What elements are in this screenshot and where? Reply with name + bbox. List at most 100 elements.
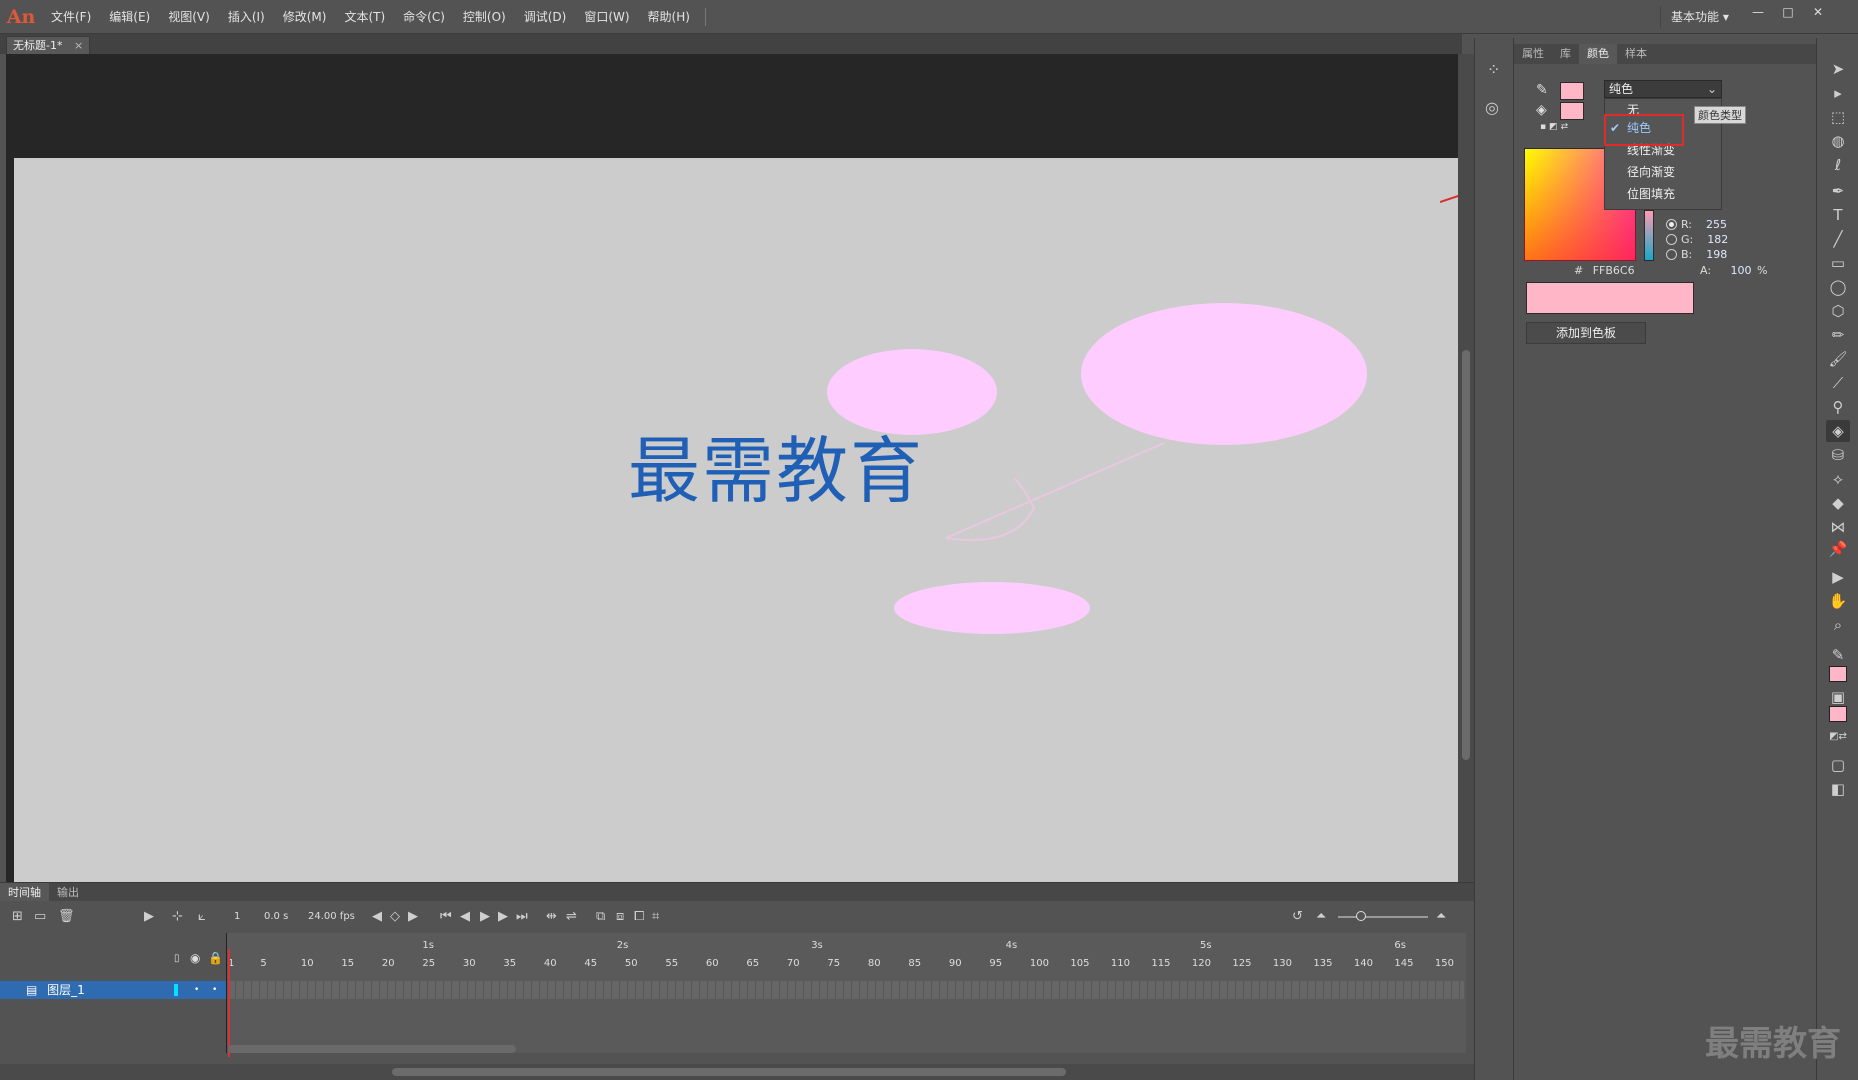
lock-icon[interactable]: 🔒 bbox=[208, 951, 223, 965]
blue-value[interactable]: 198 bbox=[1706, 248, 1727, 261]
play-icon[interactable]: ▶ bbox=[480, 909, 490, 924]
hand-tool-icon[interactable]: ✋ bbox=[1826, 590, 1850, 612]
tab-output[interactable]: 输出 bbox=[49, 883, 87, 901]
playhead[interactable] bbox=[228, 949, 230, 1057]
selection-tool-icon[interactable]: ➤ bbox=[1826, 58, 1850, 80]
object-drawing-icon[interactable]: ◧ bbox=[1826, 778, 1850, 800]
insert-keyframe-icon[interactable]: ◇ bbox=[390, 909, 400, 924]
close-tab-icon[interactable]: × bbox=[74, 39, 83, 52]
tab-timeline[interactable]: 时间轴 bbox=[0, 883, 49, 901]
loop-icon[interactable]: ⇹ bbox=[546, 909, 557, 924]
camera-tool-icon[interactable]: ▶ bbox=[1826, 566, 1850, 588]
zoom-in-icon[interactable]: ⏶ bbox=[1436, 909, 1446, 924]
motion-presets-icon[interactable]: ⁘ bbox=[1487, 60, 1500, 79]
menu-edit[interactable]: 编辑(E) bbox=[100, 0, 159, 34]
stage-scroll-thumb[interactable] bbox=[1462, 350, 1470, 760]
document-tab[interactable]: 无标题-1* × bbox=[6, 36, 91, 54]
menu-window[interactable]: 窗口(W) bbox=[575, 0, 638, 34]
tab-library[interactable]: 库 bbox=[1552, 44, 1579, 64]
previous-keyframe-icon[interactable]: ◀ bbox=[372, 909, 382, 924]
shape-ellipse-right[interactable] bbox=[1081, 303, 1367, 445]
outline-toggle-icon[interactable]: ▯ bbox=[174, 953, 180, 964]
stroke-pencil-icon[interactable]: ✎ bbox=[1826, 644, 1850, 666]
color-type-select[interactable]: 纯色 ⌄ bbox=[1604, 80, 1722, 98]
menu-help[interactable]: 帮助(H) bbox=[639, 0, 699, 34]
red-radio[interactable] bbox=[1666, 218, 1677, 230]
zoom-tool-icon[interactable]: ⌕ bbox=[1826, 614, 1850, 636]
graph-icon[interactable]: ⟀ bbox=[198, 909, 206, 924]
fill-color-swatch[interactable] bbox=[1560, 102, 1584, 120]
width-tool-icon[interactable]: ⋈ bbox=[1826, 516, 1850, 538]
delete-layer-icon[interactable]: 🗑 bbox=[58, 909, 75, 924]
fill-bucket-icon[interactable]: ▣ bbox=[1826, 686, 1850, 708]
onion-skin-icon[interactable]: ⧉ bbox=[596, 909, 605, 924]
frame-rate[interactable]: 24.00 fps bbox=[308, 911, 355, 922]
option-bitmap-fill[interactable]: 位图填充 bbox=[1605, 183, 1723, 205]
layer-parenting-icon[interactable]: ⊹ bbox=[172, 909, 183, 924]
shape-ellipse-bottom[interactable] bbox=[894, 582, 1090, 634]
onion-outline-icon[interactable]: ⧈ bbox=[616, 909, 624, 924]
timeline-zoom-slider[interactable] bbox=[1338, 916, 1428, 918]
zoom-out-icon[interactable]: ⏶ bbox=[1316, 909, 1326, 924]
stage-horizontal-thumb[interactable] bbox=[392, 1068, 1066, 1076]
text-tool-icon[interactable]: T bbox=[1826, 204, 1850, 226]
alpha-value[interactable]: 100 bbox=[1731, 264, 1752, 277]
pen-tool-icon[interactable]: ✒ bbox=[1826, 180, 1850, 202]
swap-colors-icon[interactable]: ▪◩⇄ bbox=[1540, 122, 1571, 132]
tab-color[interactable]: 颜色 bbox=[1579, 44, 1617, 64]
toolbar-stroke-swatch[interactable] bbox=[1829, 666, 1847, 682]
subselection-tool-icon[interactable]: ▸ bbox=[1826, 82, 1850, 104]
modify-markers-icon[interactable]: ⌗ bbox=[652, 909, 659, 924]
eyedropper-tool-icon[interactable]: ⟡ bbox=[1826, 468, 1850, 490]
tab-properties[interactable]: 属性 bbox=[1514, 44, 1552, 64]
menu-view[interactable]: 视图(V) bbox=[159, 0, 219, 34]
edit-multiple-icon[interactable]: ⧠ bbox=[634, 909, 644, 924]
blue-radio[interactable] bbox=[1666, 248, 1677, 260]
last-frame-icon[interactable]: ⏭ bbox=[516, 909, 528, 924]
green-radio[interactable] bbox=[1666, 233, 1677, 245]
layer-frame-row[interactable] bbox=[228, 981, 1464, 999]
line-tool-icon[interactable]: ╱ bbox=[1826, 228, 1850, 250]
elapsed-time[interactable]: 0.0 s bbox=[264, 911, 288, 922]
toolbar-fill-swatch[interactable] bbox=[1829, 706, 1847, 722]
step-forward-icon[interactable]: ▶ bbox=[498, 909, 508, 924]
free-transform-tool-icon[interactable]: ⬚ bbox=[1826, 106, 1850, 128]
polystar-tool-icon[interactable]: ⬡ bbox=[1826, 300, 1850, 322]
rectangle-tool-icon[interactable]: ▭ bbox=[1826, 252, 1850, 274]
menu-modify[interactable]: 修改(M) bbox=[274, 0, 336, 34]
3d-rotation-tool-icon[interactable]: ◍ bbox=[1826, 130, 1850, 152]
pencil-tool-icon[interactable]: ✏ bbox=[1826, 324, 1850, 346]
stroke-color-swatch[interactable] bbox=[1560, 82, 1584, 100]
tab-swatches[interactable]: 样本 bbox=[1617, 44, 1655, 64]
close-window-button[interactable]: ✕ bbox=[1806, 3, 1830, 21]
camera-icon[interactable]: ▶ bbox=[144, 909, 154, 924]
brush-tool-icon[interactable]: ⟋ bbox=[1826, 372, 1850, 394]
lasso-tool-icon[interactable]: ℓ bbox=[1826, 154, 1850, 176]
green-value[interactable]: 182 bbox=[1707, 233, 1728, 246]
fill-color-icon[interactable]: ◈ bbox=[1536, 102, 1547, 118]
workspace-switcher[interactable]: 基本功能 ▾ bbox=[1660, 6, 1739, 28]
menu-control[interactable]: 控制(O) bbox=[454, 0, 515, 34]
step-back-icon[interactable]: ◀ bbox=[460, 909, 470, 924]
stroke-color-icon[interactable]: ✎ bbox=[1536, 82, 1548, 98]
stage-text[interactable]: 最需教育 bbox=[628, 412, 924, 517]
timeline-zoom-handle[interactable] bbox=[1356, 911, 1366, 921]
menu-text[interactable]: 文本(T) bbox=[335, 0, 394, 34]
center-frame-icon[interactable]: ⇌ bbox=[566, 909, 577, 924]
add-to-swatches-button[interactable]: 添加到色板 bbox=[1526, 322, 1646, 344]
timeline-scroll-thumb[interactable] bbox=[228, 1045, 516, 1053]
new-folder-icon[interactable]: ▭ bbox=[34, 909, 46, 924]
current-frame[interactable]: 1 bbox=[234, 911, 240, 922]
new-layer-icon[interactable]: ⊞ bbox=[12, 909, 23, 924]
option-radial-gradient[interactable]: 径向渐变 bbox=[1605, 161, 1723, 183]
menu-file[interactable]: 文件(F) bbox=[42, 0, 100, 34]
paint-brush-tool-icon[interactable]: 🖌 bbox=[1826, 348, 1850, 370]
hue-slider[interactable] bbox=[1644, 210, 1654, 261]
paint-bucket-tool-icon[interactable]: ◈ bbox=[1826, 420, 1850, 442]
layer-row[interactable]: ▤ 图层_1 • • bbox=[0, 981, 226, 999]
maximize-button[interactable]: □ bbox=[1776, 3, 1800, 21]
eraser-tool-icon[interactable]: ◆ bbox=[1826, 492, 1850, 514]
menu-debug[interactable]: 调试(D) bbox=[515, 0, 576, 34]
minimize-button[interactable]: — bbox=[1746, 3, 1770, 21]
layer-name[interactable]: 图层_1 bbox=[47, 983, 85, 997]
